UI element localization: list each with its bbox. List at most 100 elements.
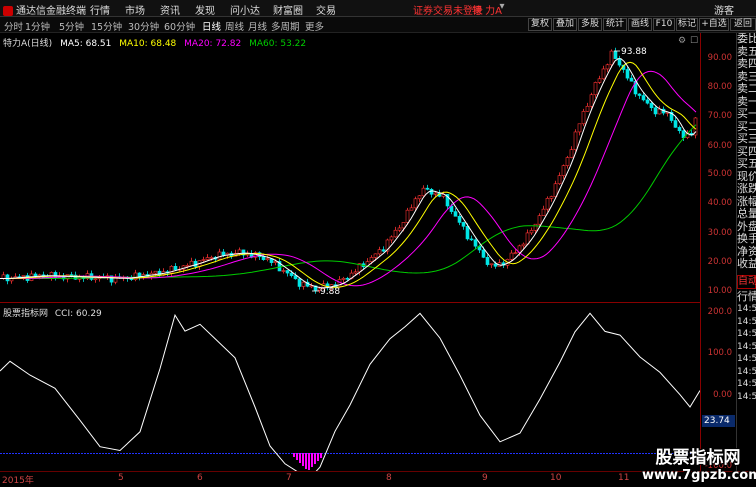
candle-body: [465, 226, 470, 240]
candle-body: [537, 215, 542, 225]
menu-market[interactable]: 市场: [125, 2, 145, 17]
period-weekly[interactable]: 周线: [225, 19, 244, 33]
dropdown-icon[interactable]: ▾: [496, 1, 508, 13]
candle-body: [369, 257, 374, 262]
back-button[interactable]: 返回: [730, 18, 756, 31]
app-title: 通达信金融终端: [3, 2, 86, 17]
candle-body: [297, 278, 302, 287]
candle-body: [289, 272, 294, 276]
adjust-button[interactable]: 复权: [528, 18, 552, 31]
quote-item: 卖二: [737, 82, 756, 95]
candle-body: [545, 198, 550, 210]
chart-title: 特力A(日线): [3, 39, 53, 49]
candle-body: [673, 120, 678, 128]
cci-tick: 0.00: [713, 390, 732, 400]
candle-body: [461, 222, 466, 227]
period-5min[interactable]: 5分钟: [59, 19, 84, 33]
cci-current-value: 23.74: [702, 415, 735, 427]
candle-body: [553, 183, 558, 197]
menu-wealth[interactable]: 财富圈: [273, 2, 303, 17]
settings-icon[interactable]: ⚙: [678, 36, 686, 46]
candle-body: [561, 165, 566, 176]
candle-body: [653, 107, 658, 115]
period-daily[interactable]: 日线: [202, 19, 221, 33]
stats-button[interactable]: 统计: [603, 18, 627, 31]
candle-body: [433, 192, 438, 195]
candle-body: [377, 249, 382, 255]
candle-body: [677, 127, 682, 132]
ma60-label: MA60: 53.22: [249, 39, 307, 49]
period-15min[interactable]: 15分钟: [91, 19, 122, 33]
time-label: 10: [550, 473, 562, 483]
period-intraday[interactable]: 分时: [4, 19, 23, 33]
time-label: 11: [618, 473, 630, 483]
cci-signal-bar: [311, 453, 313, 467]
draw-button[interactable]: 画线: [628, 18, 652, 31]
period-60min[interactable]: 60分钟: [164, 19, 195, 33]
candle-body: [637, 93, 642, 96]
quote-item: 买一: [737, 107, 756, 120]
cci-signal-bar: [317, 453, 319, 461]
candle-body: [21, 275, 26, 277]
price-tick: 50.00: [707, 169, 732, 179]
multi-stock-button[interactable]: 多股: [578, 18, 602, 31]
period-monthly[interactable]: 月线: [248, 19, 267, 33]
price-tick: 60.00: [707, 141, 732, 151]
price-tick: 80.00: [707, 82, 732, 92]
candle-body: [481, 249, 486, 258]
candle-body: [389, 236, 394, 241]
candle-body: [453, 211, 458, 217]
f10-button[interactable]: F10: [653, 18, 675, 31]
menu-quotes[interactable]: 行情: [90, 2, 110, 17]
tick-time: 14:5: [737, 354, 756, 364]
candle-body: [581, 111, 586, 125]
candle-body: [557, 175, 562, 185]
overlay-button[interactable]: 叠加: [553, 18, 577, 31]
candle-body: [577, 123, 582, 133]
ma10-label: MA10: 68.48: [119, 39, 177, 49]
maximize-icon[interactable]: ☐: [690, 36, 698, 46]
candle-body: [425, 187, 430, 190]
candle-body: [509, 252, 514, 260]
candle-body: [93, 278, 98, 281]
candle-body: [193, 260, 198, 267]
auto-button[interactable]: 自动: [737, 274, 756, 289]
period-multi[interactable]: 多周期: [271, 19, 300, 33]
ma60-line: [0, 124, 697, 279]
candle-body: [533, 223, 538, 231]
cci-chart[interactable]: [0, 303, 700, 471]
app-logo-icon: [3, 6, 13, 16]
period-more[interactable]: 更多: [305, 19, 324, 33]
candle-body: [209, 256, 214, 259]
price-tick: 20.00: [707, 257, 732, 267]
candle-body: [469, 238, 474, 241]
cci-signal-bar: [293, 453, 295, 457]
candle-body: [293, 275, 298, 280]
candle-body: [133, 272, 138, 280]
candle-body: [569, 149, 574, 158]
candle-body: [405, 209, 410, 223]
kline-chart[interactable]: 93.88 9.88: [0, 33, 700, 303]
candle-body: [341, 277, 346, 280]
menu-news[interactable]: 资讯: [160, 2, 180, 17]
candle-body: [657, 108, 662, 115]
price-tick: 10.00: [707, 286, 732, 296]
candle-body: [309, 285, 314, 288]
candle-body: [601, 68, 606, 80]
candle-body: [237, 249, 242, 254]
candle-body: [609, 50, 614, 66]
menu-ask-xiaoda[interactable]: 问小达: [230, 2, 260, 17]
candle-body: [421, 187, 426, 197]
period-1min[interactable]: 1分钟: [25, 19, 50, 33]
price-tick: 90.00: [707, 53, 732, 63]
candle-body: [409, 207, 414, 211]
period-30min[interactable]: 30分钟: [128, 19, 159, 33]
menu-trade[interactable]: 交易: [316, 2, 336, 17]
ticks-item: 行情: [737, 289, 756, 303]
guest-user[interactable]: 游客: [714, 2, 734, 17]
candle-body: [645, 99, 650, 104]
add-watchlist-button[interactable]: +自选: [699, 18, 729, 31]
candle-body: [413, 198, 418, 209]
menu-discover[interactable]: 发现: [195, 2, 215, 17]
mark-button[interactable]: 标记: [676, 18, 698, 31]
